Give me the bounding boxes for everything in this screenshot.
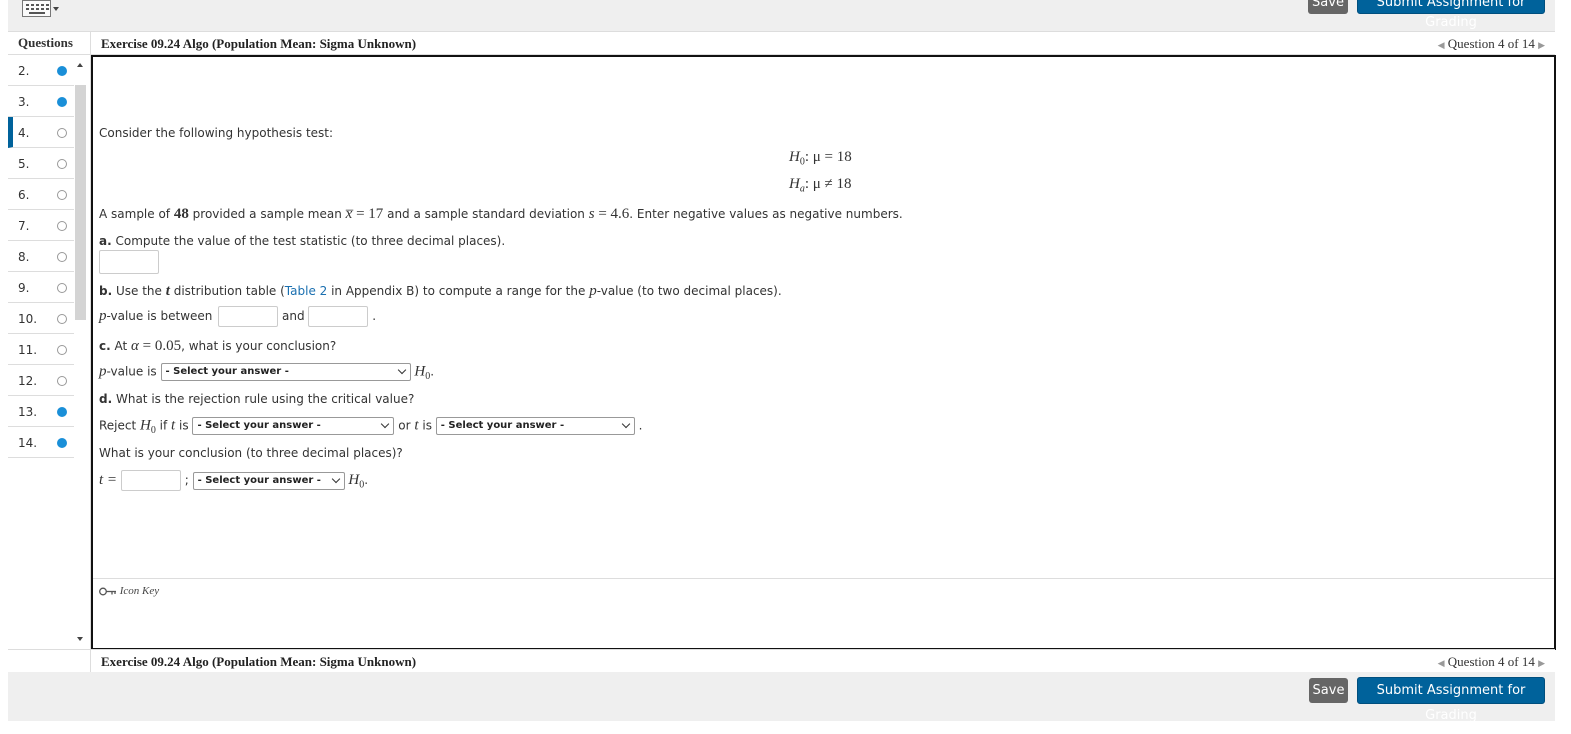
- sidebar-item-question[interactable]: 3.: [8, 86, 74, 117]
- chevron-down-icon: [331, 474, 340, 483]
- save-button[interactable]: Save: [1308, 0, 1348, 14]
- sidebar-item-question[interactable]: 7.: [8, 210, 74, 241]
- next-arrow-icon[interactable]: ▶: [1538, 40, 1545, 50]
- question-header-bottom: Exercise 09.24 Algo (Population Mean: Si…: [8, 649, 1555, 673]
- sidebar-item-question[interactable]: 6.: [8, 179, 74, 210]
- divider: [90, 32, 91, 54]
- question-number: 14.: [18, 436, 38, 450]
- question-header-top: Questions Exercise 09.24 Algo (Populatio…: [8, 31, 1555, 55]
- question-number: 5.: [18, 157, 30, 171]
- pvalue-conclusion-select[interactable]: - Select your answer -: [160, 363, 411, 381]
- sidebar-item-question[interactable]: 9.: [8, 272, 74, 303]
- t-conclusion-row: t = ; - Select your answer - H0.: [99, 470, 369, 491]
- icon-key[interactable]: Icon Key: [99, 585, 159, 597]
- previous-arrow-icon[interactable]: ◀: [1438, 40, 1445, 50]
- divider: [90, 650, 91, 672]
- question-number: 2.: [18, 64, 30, 78]
- save-button[interactable]: Save: [1309, 678, 1348, 703]
- question-number: 4.: [18, 126, 30, 140]
- question-position: Question 4 of 14: [1447, 36, 1535, 51]
- test-statistic-input[interactable]: [99, 250, 159, 274]
- conclusion-question: What is your conclusion (to three decima…: [99, 446, 403, 460]
- previous-arrow-icon[interactable]: ◀: [1438, 658, 1445, 668]
- scroll-up-icon[interactable]: [77, 63, 83, 67]
- chevron-down-icon: [381, 419, 390, 429]
- keyboard-icon[interactable]: [22, 0, 59, 20]
- sample-description: A sample of 48 provided a sample mean x̅…: [99, 206, 903, 222]
- chevron-down-icon: [621, 419, 631, 429]
- question-number: 11.: [18, 343, 38, 357]
- sidebar-item-question[interactable]: 2.: [8, 55, 74, 86]
- question-nav[interactable]: ◀ Question 4 of 14 ▶: [1438, 36, 1545, 52]
- unanswered-status-icon: [57, 252, 67, 262]
- sidebar-item-question[interactable]: 10.: [8, 303, 74, 334]
- rejection-rule-upper-select[interactable]: - Select your answer -: [435, 417, 635, 435]
- chevron-down-icon: [53, 7, 59, 11]
- question-nav[interactable]: ◀ Question 4 of 14 ▶: [1438, 654, 1545, 670]
- unanswered-status-icon: [57, 314, 67, 324]
- pvalue-lower-input[interactable]: [218, 306, 279, 327]
- part-b-prompt: b. Use the t distribution table (Table 2…: [99, 283, 782, 299]
- bottom-toolbar: Save Submit Assignment for Grading: [8, 672, 1555, 723]
- rejection-rule-row: Reject H0 if t is - Select your answer -…: [99, 417, 643, 436]
- questions-label: Questions: [18, 35, 73, 50]
- question-number: 10.: [18, 312, 38, 326]
- pvalue-range-row: p-value is between and .: [99, 306, 376, 327]
- question-number: 6.: [18, 188, 30, 202]
- next-arrow-icon[interactable]: ▶: [1538, 658, 1545, 668]
- exercise-title: Exercise 09.24 Algo (Population Mean: Si…: [101, 36, 417, 51]
- scrollbar-thumb[interactable]: [75, 85, 86, 320]
- submit-assignment-button[interactable]: Submit Assignment for Grading: [1357, 677, 1545, 723]
- question-number: 13.: [18, 405, 38, 419]
- scroll-down-icon[interactable]: [77, 637, 83, 641]
- sidebar-item-question[interactable]: 11.: [8, 334, 74, 365]
- sidebar-item-question[interactable]: 12.: [8, 365, 74, 396]
- exercise-title: Exercise 09.24 Algo (Population Mean: Si…: [101, 654, 417, 669]
- sidebar-item-question[interactable]: 4.: [8, 117, 74, 148]
- intro-text: Consider the following hypothesis test:: [99, 126, 334, 140]
- question-position: Question 4 of 14: [1447, 654, 1535, 669]
- unanswered-status-icon: [57, 345, 67, 355]
- question-number: 7.: [18, 219, 30, 233]
- answered-status-icon: [57, 66, 67, 76]
- question-content: Consider the following hypothesis test: …: [91, 55, 1556, 650]
- question-number: 9.: [18, 281, 30, 295]
- question-number: 12.: [18, 374, 38, 388]
- sidebar-item-question[interactable]: 14.: [8, 427, 74, 458]
- question-list: 2. 3. 4. 5. 6. 7. 8. 9. 10. 11. 12. 13. 14.: [8, 55, 91, 649]
- sidebar-item-question[interactable]: 5.: [8, 148, 74, 179]
- pvalue-upper-input[interactable]: [308, 306, 369, 327]
- key-icon: [99, 587, 116, 596]
- chevron-down-icon: [397, 365, 406, 375]
- sidebar-item-question[interactable]: 13.: [8, 396, 74, 427]
- part-c-prompt: c. At α = 0.05, what is your conclusion?: [99, 338, 337, 354]
- pvalue-conclusion-row: p-value is - Select your answer - H0.: [99, 363, 435, 382]
- sidebar-item-question[interactable]: 8.: [8, 241, 74, 272]
- question-number: 3.: [18, 95, 30, 109]
- alternative-hypothesis: Ha: μ ≠ 18: [789, 176, 852, 195]
- part-d-prompt: d. What is the rejection rule using the …: [99, 392, 415, 406]
- unanswered-status-icon: [57, 221, 67, 231]
- unanswered-status-icon: [57, 190, 67, 200]
- final-conclusion-select[interactable]: - Select your answer -: [192, 471, 345, 490]
- t-value-input[interactable]: [120, 470, 181, 491]
- divider: [93, 578, 1554, 581]
- unanswered-status-icon: [57, 283, 67, 293]
- submit-assignment-button[interactable]: Submit Assignment for Grading: [1357, 0, 1545, 30]
- top-toolbar: Save Submit Assignment for Grading: [8, 0, 1555, 31]
- rejection-rule-lower-select[interactable]: - Select your answer -: [192, 417, 395, 435]
- question-number: 8.: [18, 250, 30, 264]
- null-hypothesis: H0: μ = 18: [789, 149, 852, 168]
- unanswered-status-icon: [57, 159, 67, 169]
- unanswered-status-icon: [57, 376, 67, 386]
- sidebar-scrollbar[interactable]: [74, 55, 88, 649]
- unanswered-status-icon: [57, 128, 67, 138]
- answered-status-icon: [57, 97, 67, 107]
- answered-status-icon: [57, 407, 67, 417]
- table-2-link[interactable]: Table 2: [285, 284, 327, 298]
- part-a-prompt: a. Compute the value of the test statist…: [99, 234, 506, 248]
- answered-status-icon: [57, 438, 67, 448]
